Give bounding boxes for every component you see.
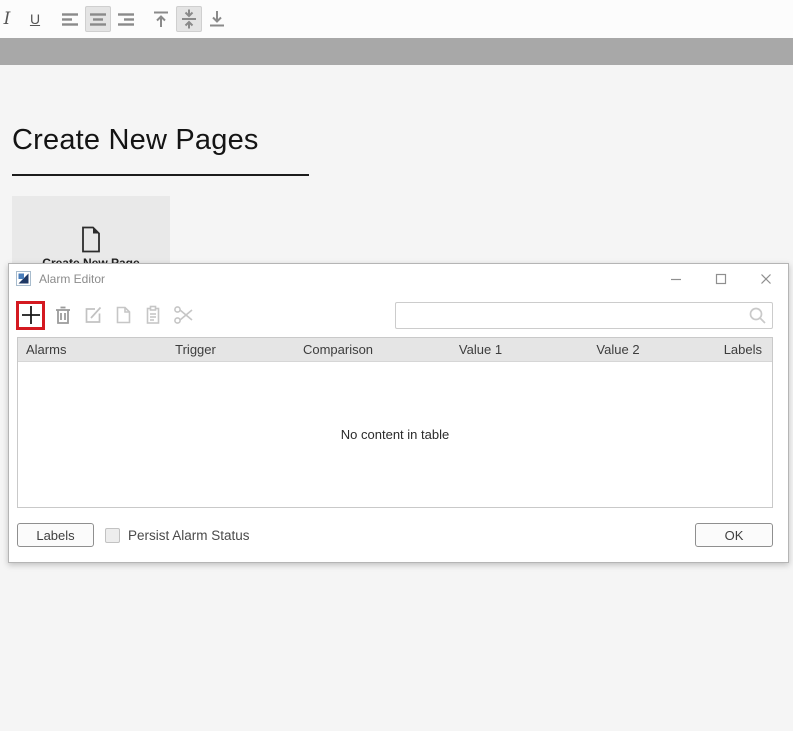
column-header[interactable]: Trigger (138, 342, 253, 357)
app-logo-icon (16, 271, 31, 286)
edit-icon (83, 305, 103, 325)
format-toolbar: I U (0, 0, 793, 38)
align-right-icon (115, 8, 137, 30)
column-header[interactable]: Comparison (253, 342, 423, 357)
persist-alarm-checkbox[interactable] (105, 528, 120, 543)
alarm-editor-dialog: Alarm Editor (8, 263, 789, 563)
maximize-button[interactable] (698, 264, 743, 293)
add-icon (21, 305, 41, 325)
search-input[interactable] (395, 302, 773, 329)
valign-middle-icon (178, 8, 200, 30)
new-page-icon (80, 226, 102, 253)
search-box (395, 302, 773, 329)
minimize-button[interactable] (653, 264, 698, 293)
italic-icon: I (4, 9, 11, 29)
dialog-title: Alarm Editor (39, 272, 105, 286)
cut-button[interactable] (171, 303, 195, 327)
table-header-row: AlarmsTriggerComparisonValue 1Value 2Lab… (18, 338, 772, 361)
paste-button[interactable] (141, 303, 165, 327)
persist-alarm-label: Persist Alarm Status (128, 528, 250, 543)
scissors-icon (173, 305, 194, 325)
trash-icon (53, 305, 73, 325)
toolbar-button-valign-bottom[interactable] (204, 6, 230, 32)
close-icon (760, 273, 772, 285)
add-button[interactable] (16, 301, 45, 330)
labels-button[interactable]: Labels (17, 523, 94, 547)
close-button[interactable] (743, 264, 788, 293)
edit-button[interactable] (81, 303, 105, 327)
table-body[interactable]: No content in table (18, 361, 772, 507)
delete-button[interactable] (51, 303, 75, 327)
ok-button[interactable]: OK (695, 523, 773, 547)
column-header[interactable]: Labels (698, 342, 772, 357)
toolbar-button-align-center[interactable] (85, 6, 111, 32)
column-header[interactable]: Alarms (18, 342, 138, 357)
copy-icon (113, 305, 133, 325)
page-title: Create New Pages (12, 124, 259, 157)
empty-table-message: No content in table (341, 427, 449, 442)
maximize-icon (715, 273, 727, 285)
paste-icon (143, 305, 163, 325)
window-controls (653, 264, 788, 293)
valign-bottom-icon (206, 8, 228, 30)
toolbar-button-align-right[interactable] (113, 6, 139, 32)
dialog-toolbar (9, 293, 788, 337)
underline-icon: U (30, 11, 40, 27)
align-left-icon (59, 8, 81, 30)
column-header[interactable]: Value 1 (423, 342, 538, 357)
copy-button[interactable] (111, 303, 135, 327)
valign-top-icon (150, 8, 172, 30)
align-center-icon (87, 8, 109, 30)
heading-rule (12, 174, 309, 176)
toolbar-button-valign-top[interactable] (148, 6, 174, 32)
alarm-table: AlarmsTriggerComparisonValue 1Value 2Lab… (17, 337, 773, 508)
toolbar-button-underline[interactable]: U (22, 6, 48, 32)
dialog-footer: Labels Persist Alarm Status OK (17, 523, 773, 547)
toolbar-button-align-left[interactable] (57, 6, 83, 32)
dialog-titlebar[interactable]: Alarm Editor (9, 264, 788, 293)
gray-band (0, 38, 793, 65)
toolbar-button-valign-middle[interactable] (176, 6, 202, 32)
minimize-icon (670, 273, 682, 285)
column-header[interactable]: Value 2 (538, 342, 698, 357)
toolbar-button-italic[interactable]: I (0, 6, 20, 32)
search-icon (748, 306, 767, 325)
